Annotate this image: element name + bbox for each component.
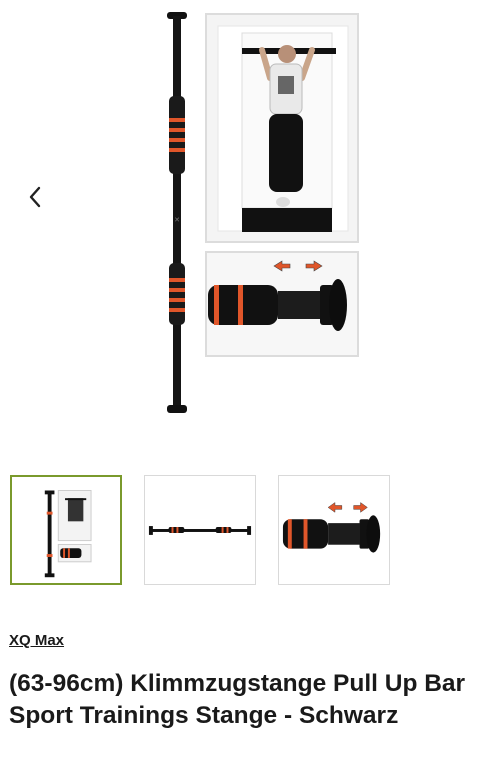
thumbnail-image-horizontal-bar <box>148 526 252 535</box>
thumbnail-2[interactable] <box>144 475 256 585</box>
usage-image-door <box>205 13 359 243</box>
thumbnail-image-end-cap <box>282 502 381 553</box>
product-page: ✕ XQ Max (63-96cm) Klimmzugstange Pull U… <box>0 0 488 768</box>
chevron-left-icon <box>29 186 41 208</box>
svg-text:✕: ✕ <box>174 216 180 224</box>
thumbnail-1[interactable] <box>10 475 122 585</box>
product-title: (63-96cm) Klimmzugstange Pull Up Bar Spo… <box>9 670 466 729</box>
product-image-gallery[interactable]: ✕ <box>0 0 488 440</box>
end-cap-detail-image <box>205 251 359 357</box>
thumbnail-image-full-product <box>44 490 92 578</box>
thumbnail-strip <box>8 475 480 590</box>
previous-image-button[interactable] <box>18 178 52 216</box>
brand-link[interactable]: XQ Max <box>9 632 64 649</box>
pull-up-bar-vertical <box>167 12 187 413</box>
thumbnail-3[interactable] <box>278 475 390 585</box>
main-product-image: ✕ <box>167 12 359 413</box>
brand-mark-icon: ✕ <box>174 216 180 224</box>
